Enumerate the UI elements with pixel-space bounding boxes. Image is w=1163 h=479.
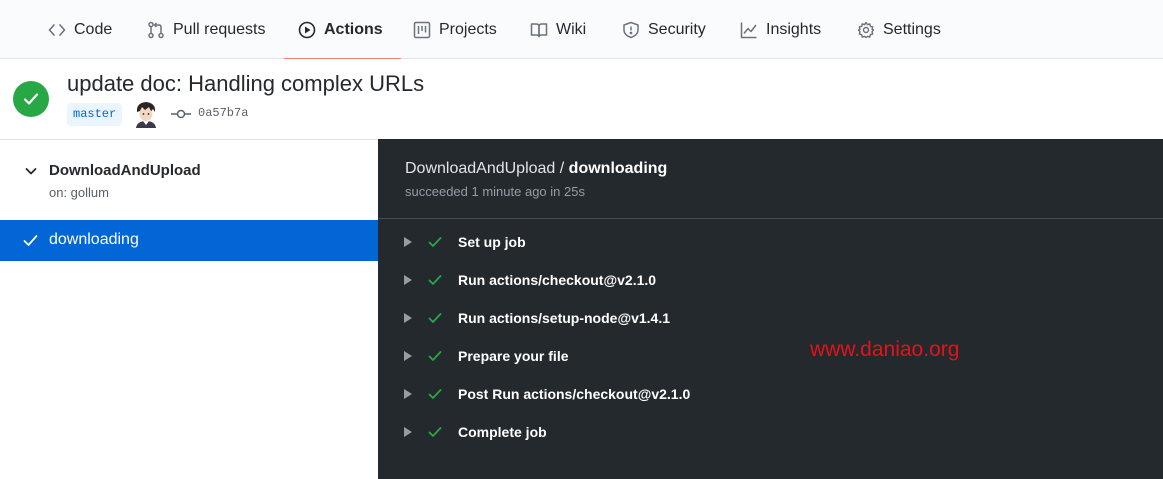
repo-nav: Code Pull requests Actions Projects Wiki… <box>0 0 1163 60</box>
check-icon <box>428 237 442 247</box>
step-row-prepare-file[interactable]: Prepare your file <box>378 338 1163 376</box>
check-icon <box>428 313 442 323</box>
step-row-post-checkout[interactable]: Post Run actions/checkout@v2.1.0 <box>378 376 1163 414</box>
code-icon <box>48 21 66 39</box>
tab-pull-requests-label: Pull requests <box>173 20 266 38</box>
commit-sha-link[interactable]: 0a57b7a <box>198 106 248 120</box>
workflow-group-toggle[interactable]: DownloadAndUpload on: gollum <box>0 140 378 220</box>
step-label: Run actions/checkout@v2.1.0 <box>458 272 657 288</box>
run-header: update doc: Handling complex URLs master… <box>0 59 1163 139</box>
sidebar-job-downloading[interactable]: downloading <box>0 220 378 261</box>
success-status-icon <box>13 81 49 117</box>
step-label: Run actions/setup-node@v1.4.1 <box>458 310 671 326</box>
check-icon <box>428 427 442 437</box>
step-label: Post Run actions/checkout@v2.1.0 <box>458 386 691 402</box>
tab-insights[interactable]: Insights <box>740 0 821 59</box>
step-row-set-up-job[interactable]: Set up job <box>378 224 1163 262</box>
step-row-complete-job[interactable]: Complete job <box>378 414 1163 452</box>
tab-security[interactable]: Security <box>622 0 706 59</box>
avatar[interactable] <box>133 100 159 128</box>
log-workflow-name: DownloadAndUpload <box>405 160 556 177</box>
tab-security-label: Security <box>648 20 706 38</box>
branch-badge[interactable]: master <box>67 103 123 126</box>
caret-right-icon <box>404 313 412 323</box>
log-title-separator: / <box>555 160 569 177</box>
workflow-trigger: on: gollum <box>49 185 109 200</box>
check-icon <box>428 389 442 399</box>
chevron-down-icon <box>25 168 37 175</box>
tab-settings[interactable]: Settings <box>857 0 941 59</box>
graph-icon <box>740 21 758 39</box>
tab-projects-label: Projects <box>439 20 497 38</box>
workflow-name: DownloadAndUpload <box>49 162 201 179</box>
check-icon <box>428 351 442 361</box>
check-icon <box>23 235 38 246</box>
check-icon <box>428 275 442 285</box>
tab-code[interactable]: Code <box>48 0 112 59</box>
tab-settings-label: Settings <box>883 20 941 38</box>
workflow-sidebar: DownloadAndUpload on: gollum downloading <box>0 139 378 479</box>
run-title: update doc: Handling complex URLs <box>67 71 425 96</box>
tab-wiki-label: Wiki <box>556 20 587 38</box>
caret-right-icon <box>404 427 412 437</box>
caret-right-icon <box>404 351 412 361</box>
step-label: Complete job <box>458 424 547 440</box>
caret-right-icon <box>404 275 412 285</box>
step-label: Set up job <box>458 234 526 250</box>
sidebar-job-label: downloading <box>49 231 139 248</box>
tab-projects[interactable]: Projects <box>413 0 497 59</box>
project-icon <box>413 21 431 39</box>
book-icon <box>530 21 548 39</box>
watermark: www.daniao.org <box>810 338 960 361</box>
log-header: DownloadAndUpload / downloading succeede… <box>378 139 1163 219</box>
shield-icon <box>622 21 640 39</box>
commit-icon <box>171 106 191 122</box>
step-label: Prepare your file <box>458 348 569 364</box>
play-icon <box>298 21 316 39</box>
log-title: DownloadAndUpload / downloading <box>405 160 667 178</box>
tab-actions[interactable]: Actions <box>284 0 401 60</box>
tab-pull-requests[interactable]: Pull requests <box>147 0 266 59</box>
tab-wiki[interactable]: Wiki <box>530 0 586 59</box>
gear-icon <box>857 21 875 39</box>
caret-right-icon <box>404 389 412 399</box>
pull-request-icon <box>147 21 165 39</box>
tab-actions-label: Actions <box>324 20 383 38</box>
caret-right-icon <box>404 237 412 247</box>
step-row-setup-node[interactable]: Run actions/setup-node@v1.4.1 <box>378 300 1163 338</box>
tab-insights-label: Insights <box>766 20 822 38</box>
tab-code-label: Code <box>74 20 113 38</box>
job-log-panel: DownloadAndUpload / downloading succeede… <box>378 139 1163 479</box>
step-row-checkout[interactable]: Run actions/checkout@v2.1.0 <box>378 262 1163 300</box>
log-status-text: succeeded 1 minute ago in 25s <box>405 184 585 199</box>
log-job-name: downloading <box>568 160 668 177</box>
